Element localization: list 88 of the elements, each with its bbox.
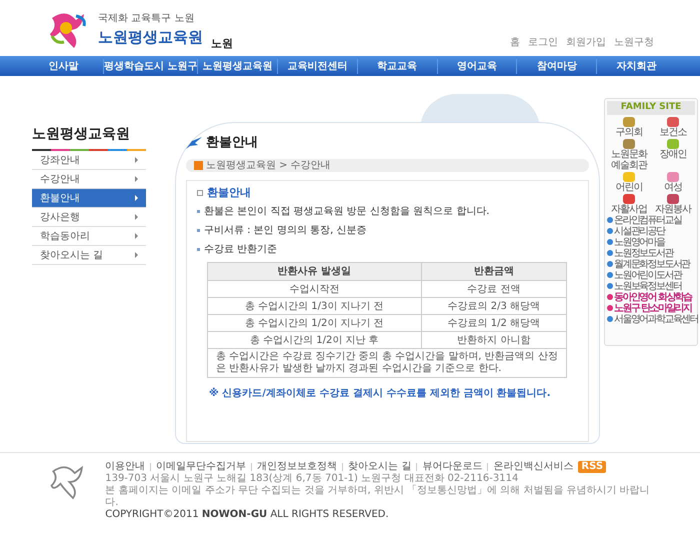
slogan: 국제화 교육특구 노원 — [98, 12, 196, 26]
column-header: 반환사유 발생일 — [208, 262, 422, 280]
table-cell: 수업시작전 — [208, 280, 422, 298]
table-cell: 총 수업시간의 1/2이 지난 후 — [208, 332, 422, 348]
util-link[interactable]: 홈 — [510, 35, 520, 50]
family-site-link[interactable]: 노원구 탄소마일리지 — [614, 302, 692, 314]
table-cell: 수강료의 1/2 해당액 — [421, 314, 566, 332]
family-site-link[interactable]: 자원봉사 — [655, 204, 691, 214]
family-site-link[interactable]: 장애인 — [660, 148, 686, 160]
arrow-icon — [135, 157, 138, 163]
notice-text: ※ 신용카드/계좌이체로 수강료 결제시 수수료를 제외한 금액이 환불됩니다. — [209, 386, 552, 401]
table-cell: 총 수업시간의 1/3이 지나기 전 — [208, 298, 422, 314]
sidebar-title: 노원평생교육원 — [32, 125, 131, 144]
column-header: 반환금액 — [421, 262, 566, 280]
sidebar-item[interactable]: 강사은행 — [32, 208, 146, 227]
family-site-link[interactable]: 노원영어마을 — [614, 236, 664, 248]
section-title: 환불안내 — [207, 184, 251, 200]
family-site-link[interactable]: 어린이 — [616, 182, 642, 192]
nav-link[interactable]: 교육비전센터 — [277, 58, 357, 74]
square-bullet-icon — [197, 190, 203, 196]
tile-icon — [667, 138, 679, 148]
breadcrumb: 노원평생교육원 > 수강안내 — [206, 158, 331, 172]
family-site-link[interactable]: 노원보육정보센터 — [614, 280, 682, 292]
family-site-link[interactable]: 노원어린이도서관 — [614, 270, 682, 280]
logo-text: 노원 — [211, 36, 233, 52]
tile-icon — [623, 194, 635, 204]
arrow-icon — [135, 233, 138, 239]
nav-link[interactable]: 참여마당 — [516, 58, 596, 74]
home-icon — [194, 160, 203, 170]
table-note: 총 수업시간은 수강료 징수기간 중의 총 수업시간을 말하며, 반환금액의 산정은 반환사유가 발생한 날까지 경과된 수업시간을 기준으로 한다. — [208, 348, 566, 378]
nav-link[interactable]: 인사말 — [24, 58, 103, 74]
footer-link[interactable]: 개인정보보호정책 — [257, 461, 338, 473]
bullet-text: 구비서류 : 본인 명의의 통장, 신분증 — [204, 224, 366, 238]
table-cell: 수강료의 2/3 해당액 — [421, 298, 566, 314]
family-site-link[interactable]: 동아인영어 화상학습 — [614, 292, 692, 302]
sidebar-item[interactable]: 학습동아리 — [32, 227, 146, 246]
tile-icon — [667, 116, 679, 126]
util-link[interactable]: 회원가입 — [566, 35, 606, 50]
footer-link[interactable]: 이메일무단수집거부 — [156, 461, 246, 473]
footer-link[interactable]: 뷰어다운로드 — [422, 461, 482, 473]
family-site-link[interactable]: 노원정보도서관 — [614, 248, 673, 258]
family-site-link[interactable]: 온라인컴퓨터교실 — [614, 214, 682, 226]
email-policy-text: 본 홈페이지는 이메일 주소가 무단 수집되는 것을 거부하며, 위반시 「정보통신망법」에 의해 처벌됨을 유념하시기 바랍니다. — [105, 485, 651, 509]
nav-link[interactable]: 노원평생교육원 — [197, 58, 278, 74]
tile-icon — [667, 194, 679, 204]
bullet-icon — [197, 248, 200, 251]
site-icon — [607, 316, 613, 322]
page-title: 환불안내 — [206, 134, 258, 152]
util-link[interactable]: 노원구청 — [614, 35, 654, 50]
table-cell: 총 수업시간의 1/2이 지나기 전 — [208, 314, 422, 332]
arrow-icon — [135, 252, 138, 258]
family-site-title: FAMILY SITE — [607, 101, 695, 114]
sidebar-item[interactable]: 찾아오시는 길 — [32, 246, 146, 265]
family-site-link[interactable]: 시설관리공단 — [614, 226, 664, 236]
table-cell: 수강료 전액 — [421, 280, 566, 298]
nav-link[interactable]: 학교교육 — [356, 58, 437, 74]
footer-link[interactable]: 온라인백신서비스 — [493, 461, 574, 473]
sidebar-item[interactable]: 환불안내 — [32, 189, 146, 208]
nav-link[interactable]: 영어교육 — [436, 58, 516, 74]
tile-icon — [623, 116, 635, 126]
table-cell: 반환하지 아니함 — [421, 332, 566, 348]
family-site-link[interactable]: 월계문화정보도서관 — [614, 258, 690, 270]
family-site-link[interactable]: 노원문화예술회관 — [607, 148, 651, 170]
family-site-link[interactable]: 보건소 — [660, 126, 686, 138]
tile-icon — [623, 172, 635, 182]
tile-icon — [623, 138, 635, 148]
site-title: 노원평생교육원 — [98, 27, 203, 48]
arrow-icon — [135, 176, 138, 182]
bullet-icon — [197, 229, 200, 232]
copyright-text: COPYRIGHT©2011 NOWON-GU ALL RIGHTS RESERVED. — [105, 509, 390, 521]
family-site-link[interactable]: 구의회 — [616, 126, 642, 138]
bird-icon — [186, 136, 202, 149]
arrow-icon — [135, 214, 138, 220]
family-site-link[interactable]: 서울영어과학교육센터 — [614, 314, 698, 324]
family-site-link[interactable]: 여성 — [664, 182, 682, 192]
nav-link[interactable]: 평생학습도시 노원구 — [102, 58, 198, 74]
bullet-icon — [197, 210, 200, 213]
address-text: 139-703 서울시 노원구 노해길 183(상계 6,7동 701-1) 노원구청 대표전화 02-2116-3114 — [105, 473, 520, 484]
footer-link[interactable]: 이용안내 — [105, 461, 146, 473]
family-site-link[interactable]: 자활사업 — [611, 204, 647, 214]
bullet-text: 수강료 반환기준 — [204, 243, 278, 257]
tile-icon — [667, 172, 679, 182]
sidebar-item[interactable]: 강좌안내 — [32, 151, 146, 170]
footer-link[interactable]: 찾아오시는 길 — [348, 461, 412, 473]
util-link[interactable]: 로그인 — [528, 35, 558, 50]
nav-link[interactable]: 자치회관 — [596, 58, 676, 74]
arrow-icon — [135, 195, 138, 201]
bullet-text: 환불은 본인이 직접 평생교육원 방문 신청함을 원칙으로 합니다. — [204, 205, 490, 219]
